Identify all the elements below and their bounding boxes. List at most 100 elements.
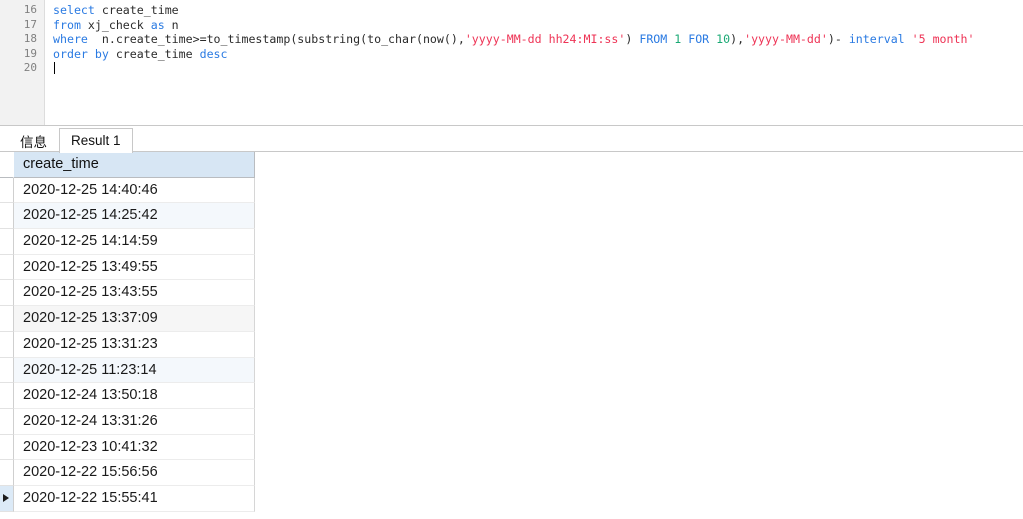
- code-token-num: 10: [716, 32, 731, 47]
- row-filler: [255, 254, 1023, 281]
- result-grid-body[interactable]: create_time 2020-12-25 14:40:46 2020-12-25…: [0, 152, 1023, 512]
- code-token-kw: interval: [848, 32, 905, 47]
- row-selector-cell[interactable]: [0, 460, 14, 486]
- code-token-kw: select: [53, 3, 95, 17]
- code-token-plain: n.create_time>=to_timestamp(substring(to…: [87, 32, 465, 47]
- table-row[interactable]: 2020-12-25 13:37:09: [0, 306, 1023, 332]
- code-token-plain: ),: [730, 32, 745, 47]
- row-selector-cell[interactable]: [0, 383, 14, 409]
- row-selector-cell[interactable]: [0, 203, 14, 230]
- code-line[interactable]: [53, 61, 1023, 76]
- row-filler: [255, 203, 1023, 230]
- table-cell[interactable]: 2020-12-25 14:25:42: [14, 203, 255, 230]
- grid-corner-cell: [0, 152, 14, 178]
- row-filler: [255, 331, 1023, 358]
- table-cell[interactable]: 2020-12-25 13:37:09: [14, 306, 255, 332]
- code-line[interactable]: select create_time: [53, 3, 1023, 18]
- table-cell[interactable]: 2020-12-25 14:40:46: [14, 177, 255, 204]
- line-numbers-list: 16 17 18 19 20: [0, 3, 44, 76]
- row-selector-cell[interactable]: [0, 306, 14, 332]
- grid-header-filler: [255, 152, 1023, 178]
- row-filler: [255, 306, 1023, 332]
- code-token-str: 'yyyy-MM-dd hh24:MI:ss': [464, 32, 626, 47]
- row-filler: [255, 434, 1023, 461]
- text-caret: [54, 62, 55, 75]
- row-filler: [255, 485, 1023, 512]
- row-selector-cell[interactable]: [0, 229, 14, 255]
- table-row[interactable]: 2020-12-22 15:56:56: [0, 460, 1023, 486]
- row-selector-cell[interactable]: [0, 357, 14, 384]
- table-cell[interactable]: 2020-12-25 14:14:59: [14, 229, 255, 255]
- row-selector-cell[interactable]: [0, 280, 14, 307]
- code-token-plain: create_time: [108, 46, 200, 61]
- row-filler: [255, 383, 1023, 409]
- table-row[interactable]: 2020-12-25 13:31:23: [0, 331, 1023, 358]
- tab-result-1[interactable]: Result 1: [59, 128, 133, 153]
- code-token-kw: FROM: [639, 32, 668, 47]
- table-cell[interactable]: 2020-12-24 13:31:26: [14, 408, 255, 435]
- code-line[interactable]: where n.create_time>=to_timestamp(substr…: [53, 32, 1023, 47]
- triangle-right-icon: [3, 494, 9, 503]
- result-tab-bar: 信息 Result 1: [0, 125, 1023, 153]
- row-filler: [255, 177, 1023, 204]
- result-grid[interactable]: create_time 2020-12-25 14:40:46 2020-12-25…: [0, 152, 1023, 519]
- row-selector-cell[interactable]: [0, 485, 14, 512]
- line-number: 16: [23, 3, 37, 16]
- table-cell[interactable]: 2020-12-25 11:23:14: [14, 357, 255, 384]
- table-cell[interactable]: 2020-12-22 15:56:56: [14, 460, 255, 486]
- row-selector-cell[interactable]: [0, 177, 14, 204]
- line-number: 18: [23, 32, 37, 46]
- table-row[interactable]: 2020-12-25 13:49:55: [0, 254, 1023, 281]
- row-filler: [255, 408, 1023, 435]
- table-row[interactable]: 2020-12-25 11:23:14: [0, 357, 1023, 384]
- code-token-kw: FOR: [688, 32, 710, 47]
- code-token-kw: from: [53, 17, 81, 32]
- grid-header-row: create_time: [0, 152, 1023, 178]
- line-number: 19: [23, 46, 37, 60]
- table-cell[interactable]: 2020-12-25 13:49:55: [14, 254, 255, 281]
- row-selector-cell[interactable]: [0, 434, 14, 461]
- table-row[interactable]: 2020-12-24 13:50:18: [0, 383, 1023, 409]
- table-row[interactable]: 2020-12-25 13:43:55: [0, 280, 1023, 307]
- code-token-kw: as: [150, 17, 165, 32]
- table-cell[interactable]: 2020-12-25 13:31:23: [14, 331, 255, 358]
- table-row[interactable]: 2020-12-25 14:40:46: [0, 177, 1023, 204]
- sql-editor-pane[interactable]: 16 17 18 19 20 select create_time from xj_che…: [0, 0, 1023, 125]
- table-cell[interactable]: 2020-12-25 13:43:55: [14, 280, 255, 307]
- code-token-kw: where: [53, 32, 88, 47]
- code-token-plain: )-: [827, 32, 849, 47]
- code-token-plain: ): [625, 32, 640, 47]
- row-filler: [255, 280, 1023, 307]
- row-selector-cell[interactable]: [0, 331, 14, 358]
- table-row[interactable]: 2020-12-23 10:41:32: [0, 434, 1023, 461]
- row-selector-cell[interactable]: [0, 408, 14, 435]
- line-number: 17: [23, 17, 37, 31]
- code-line[interactable]: order by create_time desc: [53, 47, 1023, 62]
- row-filler: [255, 357, 1023, 384]
- code-token-plain: create_time: [94, 3, 179, 17]
- tab-info[interactable]: 信息: [8, 130, 59, 153]
- table-row[interactable]: 2020-12-22 15:55:41: [0, 485, 1023, 512]
- table-row[interactable]: 2020-12-24 13:31:26: [0, 408, 1023, 435]
- code-token-str: '5 month': [911, 32, 975, 47]
- code-token-kw: desc: [199, 46, 228, 61]
- row-filler: [255, 229, 1023, 255]
- table-cell[interactable]: 2020-12-24 13:50:18: [14, 383, 255, 409]
- tab-list: 信息 Result 1: [8, 126, 133, 153]
- code-token-plain: n: [164, 17, 179, 32]
- table-row[interactable]: 2020-12-25 14:14:59: [0, 229, 1023, 255]
- table-row[interactable]: 2020-12-25 14:25:42: [0, 203, 1023, 230]
- row-selector-cell[interactable]: [0, 254, 14, 281]
- table-cell[interactable]: 2020-12-22 15:55:41: [14, 485, 255, 512]
- sql-code-area[interactable]: select create_time from xj_check as n wher…: [53, 0, 1023, 125]
- column-header[interactable]: create_time: [14, 152, 255, 178]
- line-number: 20: [23, 61, 37, 75]
- row-filler: [255, 460, 1023, 486]
- code-token-str: 'yyyy-MM-dd': [744, 32, 828, 47]
- code-token-kw: order by: [53, 46, 109, 61]
- code-line[interactable]: from xj_check as n: [53, 18, 1023, 33]
- code-token-plain: xj_check: [80, 17, 151, 32]
- editor-gutter-spacer: [45, 0, 53, 125]
- table-cell[interactable]: 2020-12-23 10:41:32: [14, 434, 255, 461]
